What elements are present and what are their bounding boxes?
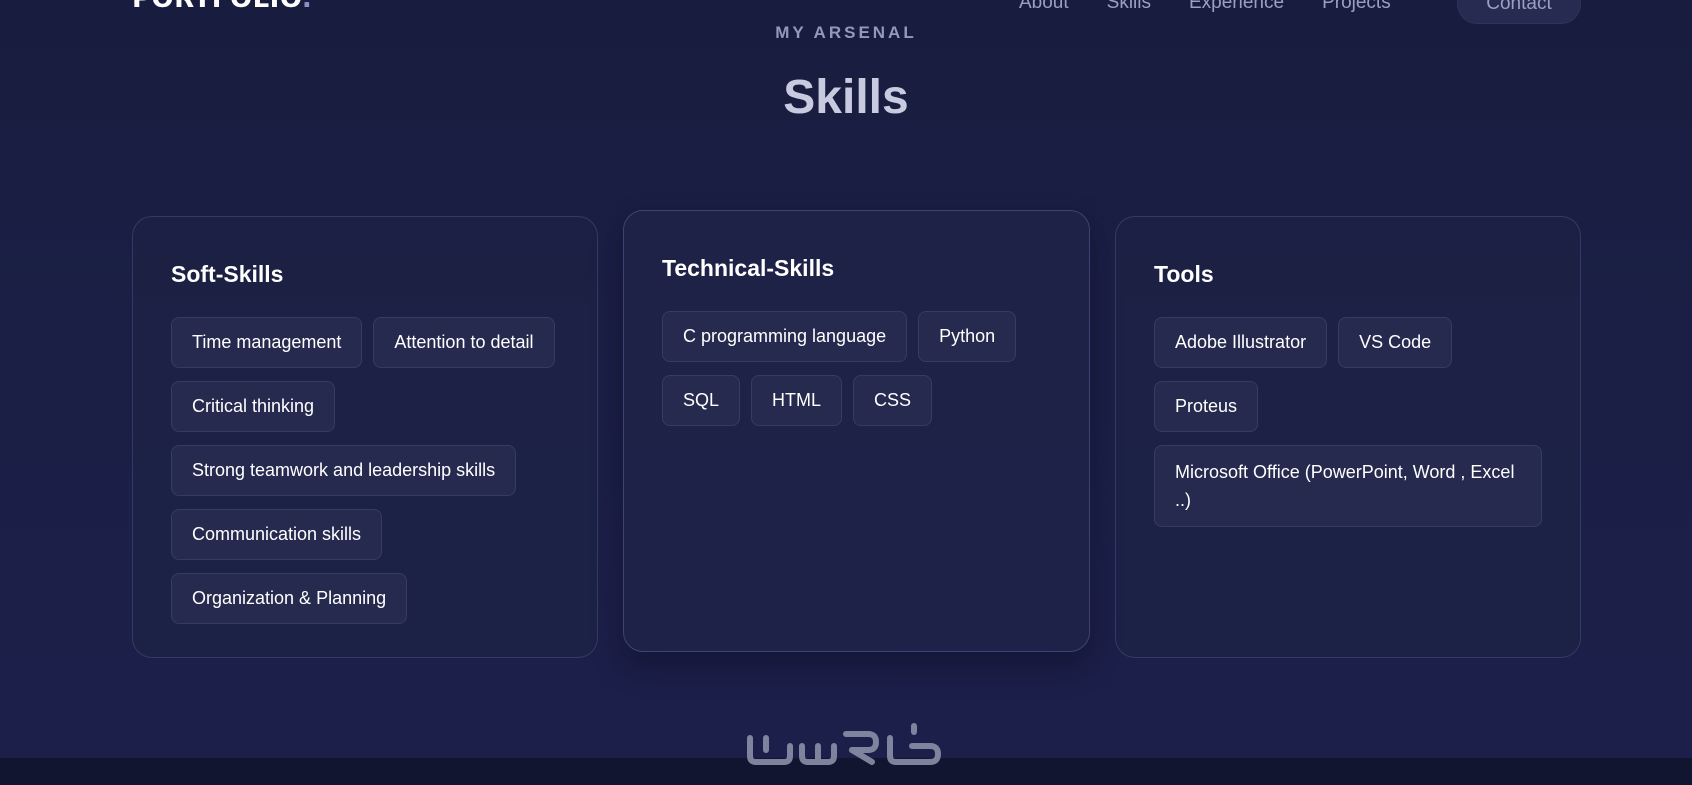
brand-logo[interactable]: PORTFOLIO. [132, 0, 312, 14]
nav-link-skills[interactable]: Skills [1107, 0, 1151, 14]
section-title: Skills [783, 71, 909, 124]
skill-chip: Attention to detail [373, 317, 555, 368]
soft-skills-card: Soft-Skills Time management Attention to… [132, 216, 598, 658]
nav-link-experience[interactable]: Experience [1189, 0, 1284, 14]
skill-chip: VS Code [1338, 317, 1453, 368]
nav-link-projects[interactable]: Projects [1322, 0, 1391, 14]
nav-link-about[interactable]: About [1019, 0, 1069, 14]
chip-list: C programming language Python SQL HTML C… [662, 311, 1051, 426]
skill-chip: Communication skills [171, 509, 383, 560]
nav-links: About Skills Experience Projects [1019, 0, 1391, 14]
brand-dot: . [302, 0, 312, 14]
skill-chip: Adobe Illustrator [1154, 317, 1328, 368]
contact-button[interactable]: Contact [1457, 0, 1581, 24]
section-eyebrow: MY ARSENAL [775, 23, 917, 42]
brand-text: PORTFOLIO [132, 0, 302, 14]
skill-chip: CSS [853, 375, 933, 426]
top-nav: PORTFOLIO. About Skills Experience Proje… [0, 0, 1692, 24]
tools-card: Tools Adobe Illustrator VS Code Proteus … [1115, 216, 1581, 658]
card-title: Tools [1154, 261, 1214, 287]
skill-chip: Organization & Planning [171, 573, 408, 624]
technical-skills-card: Technical-Skills C programming language … [623, 210, 1090, 652]
skill-chip: Python [918, 311, 1017, 362]
chip-list: Adobe Illustrator VS Code Proteus Micros… [1154, 317, 1542, 527]
khamsat-logo-icon [747, 723, 941, 765]
skill-chip: Critical thinking [171, 381, 336, 432]
skill-chip: Microsoft Office (PowerPoint, Word , Exc… [1154, 445, 1542, 527]
skill-chip: Time management [171, 317, 363, 368]
skill-chip: Strong teamwork and leadership skills [171, 445, 517, 496]
card-title: Soft-Skills [171, 261, 284, 287]
card-title: Technical-Skills [662, 255, 835, 281]
chip-list: Time management Attention to detail Crit… [171, 317, 559, 624]
skill-chip: HTML [751, 375, 843, 426]
skill-chip: Proteus [1154, 381, 1259, 432]
skill-chip: SQL [662, 375, 741, 426]
skill-chip: C programming language [662, 311, 908, 362]
